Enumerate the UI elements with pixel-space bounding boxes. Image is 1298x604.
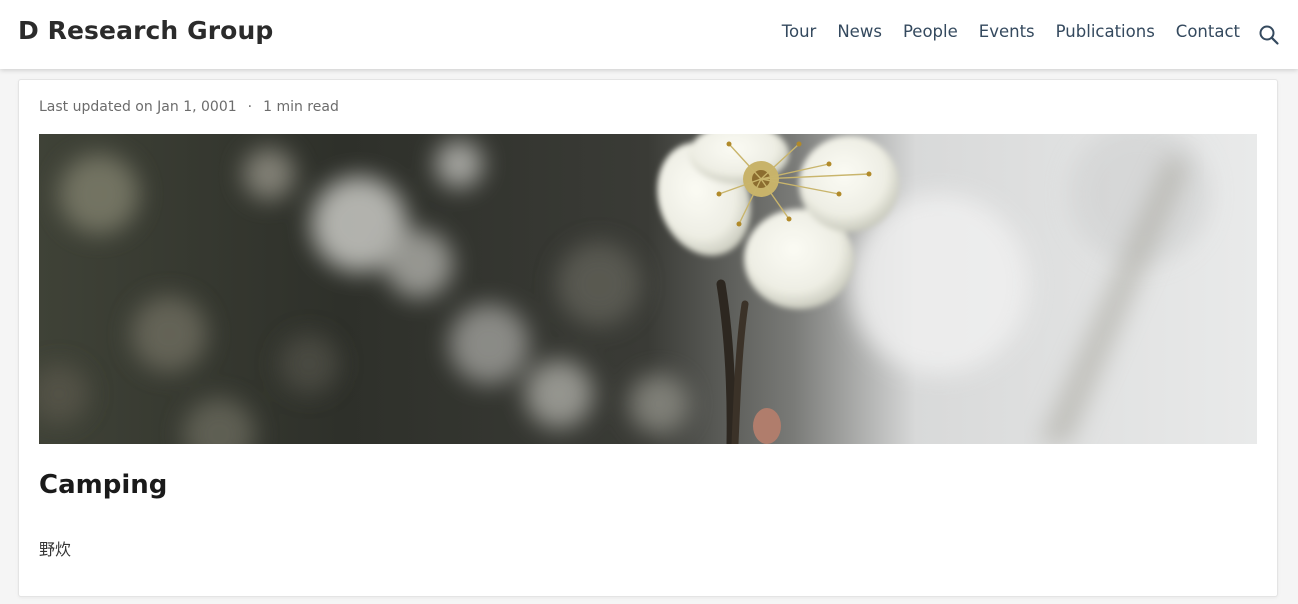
featured-image (39, 134, 1257, 444)
nav-link-events[interactable]: Events (979, 22, 1035, 41)
navbar: D Research Group Tour News People Events… (0, 0, 1298, 69)
main-nav: Tour News People Events Publications Con… (782, 22, 1240, 41)
post-meta: Last updated on Jan 1, 0001 · 1 min read (39, 99, 339, 115)
read-time: 1 min read (263, 99, 339, 115)
nav-link-tour[interactable]: Tour (782, 22, 817, 41)
search-icon[interactable] (1258, 24, 1280, 46)
site-brand[interactable]: D Research Group (18, 16, 273, 45)
nav-link-contact[interactable]: Contact (1176, 22, 1240, 41)
last-updated: Last updated on Jan 1, 0001 (39, 99, 237, 115)
meta-separator: · (247, 99, 253, 115)
post-title: Camping (39, 470, 168, 500)
nav-link-people[interactable]: People (903, 22, 958, 41)
post-body: 野炊 (39, 540, 72, 559)
nav-link-news[interactable]: News (837, 22, 882, 41)
post-card: Last updated on Jan 1, 0001 · 1 min read (18, 79, 1278, 597)
nav-link-publications[interactable]: Publications (1056, 22, 1155, 41)
